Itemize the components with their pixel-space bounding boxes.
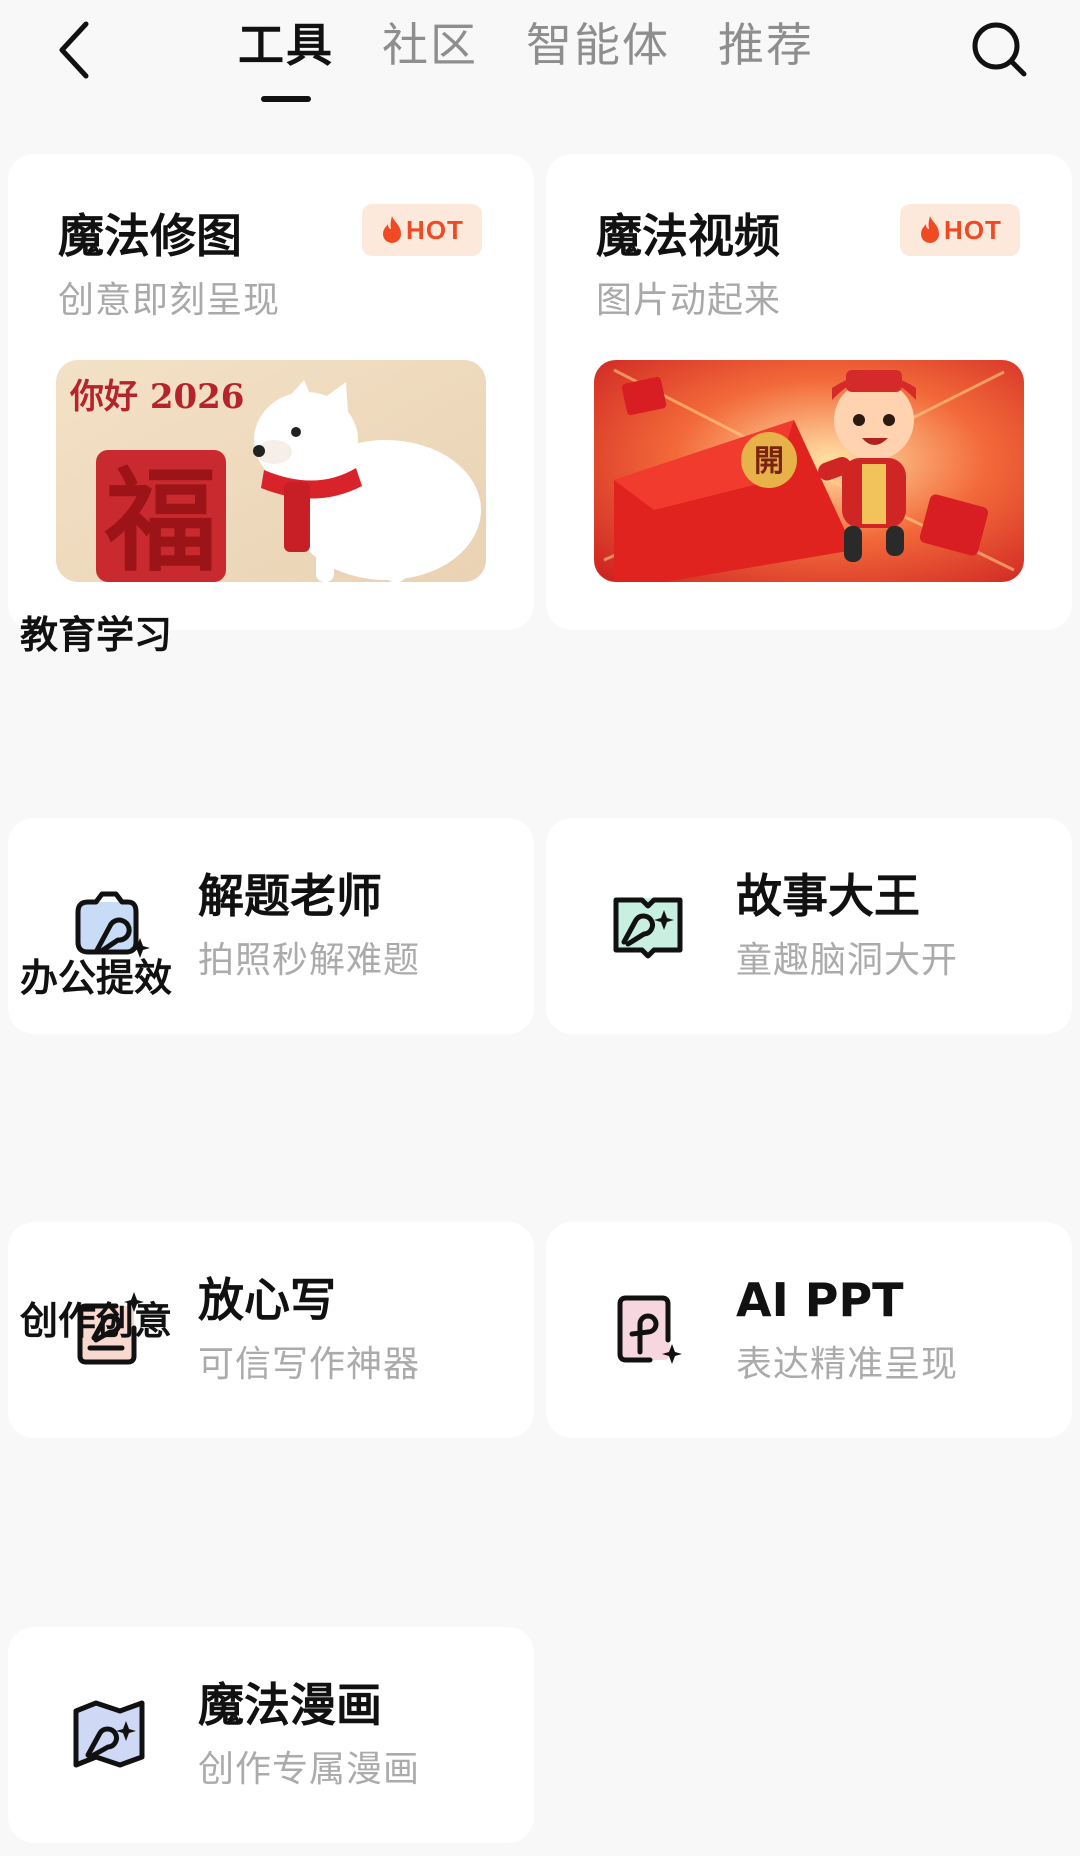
magic-photo-thumbnail: 你好 2026 福 [56,360,486,582]
tab-recommend[interactable]: 推荐 [718,14,814,104]
tab-community[interactable]: 社区 [382,14,478,104]
tool-card-magic-comic[interactable]: 魔法漫画 创作专属漫画 [8,1627,534,1843]
slides-icon [617,1295,682,1364]
tools-page: 工具 社区 智能体 推荐 魔法修图 创意即刻呈现 HOT 你好 2026 福 魔… [0,0,1080,1856]
tool-name: 解题老师 [198,869,382,923]
tool-name: 魔法漫画 [198,1678,382,1732]
feature-subtitle: 创意即刻呈现 [58,280,281,321]
feature-title: 魔法修图 [58,209,242,263]
feature-subtitle: 图片动起来 [596,280,782,321]
tool-card-ai-ppt[interactable]: AI PPT 表达精准呈现 [546,1222,1072,1438]
tab-tools[interactable]: 工具 [238,14,334,104]
tool-name: 故事大王 [736,869,920,923]
search-icon [972,22,1027,77]
tool-name: AI PPT [736,1273,904,1327]
kai-character: 開 [754,444,784,479]
tool-name: 放心写 [198,1273,336,1327]
search-button[interactable] [964,14,1036,86]
hot-badge-label: HOT [944,214,1002,245]
tool-desc: 创作专属漫画 [198,1749,421,1790]
comic-map-icon [73,1700,145,1768]
tab-agents[interactable]: 智能体 [526,14,670,104]
back-button[interactable] [44,10,104,90]
top-nav-bar: 工具 社区 智能体 推荐 [0,0,1080,120]
fu-character: 福 [104,457,217,582]
feature-card-magic-video[interactable]: 魔法视频 图片动起来 HOT 開 [546,154,1072,630]
hot-badge: HOT [362,204,482,256]
tool-desc: 童趣脑洞大开 [736,940,959,981]
section-title-education: 教育学习 [20,613,173,657]
feature-title: 魔法视频 [596,209,780,263]
feature-card-magic-photo[interactable]: 魔法修图 创意即刻呈现 HOT 你好 2026 福 [8,154,534,630]
section-title-office: 办公提效 [20,956,173,1000]
tool-desc: 可信写作神器 [198,1344,421,1385]
flame-icon [921,216,940,243]
tool-desc: 表达精准呈现 [736,1344,959,1385]
tool-desc: 拍照秒解难题 [198,940,421,981]
greeting-text: 你好 2026 [69,377,244,417]
magic-video-thumbnail: 開 [594,360,1024,582]
chevron-left-icon [59,21,89,79]
section-title-creative: 创作创意 [20,1299,173,1343]
flame-icon [383,216,402,243]
tool-card-storyteller[interactable]: 故事大王 童趣脑洞大开 [546,818,1072,1034]
storybook-icon [613,897,683,959]
tab-bar: 工具 社区 智能体 推荐 [238,14,814,104]
hot-badge: HOT [900,204,1020,256]
hot-badge-label: HOT [406,214,464,245]
